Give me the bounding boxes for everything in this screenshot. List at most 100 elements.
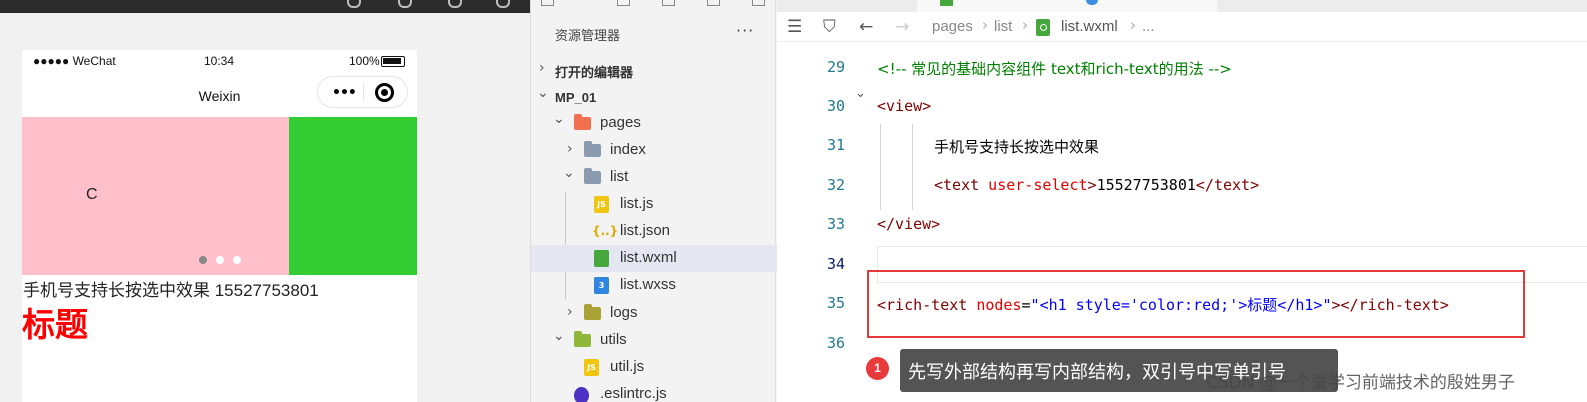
- forward-arrow-icon[interactable]: →: [895, 17, 909, 37]
- swiper-indicator-dot[interactable]: [216, 256, 224, 264]
- explorer-tab-icon[interactable]: [662, 0, 675, 6]
- code-editor: ☰ ⛉ ← → pages › list › list.wxml › ... 2…: [777, 0, 1587, 402]
- back-arrow-icon[interactable]: ←: [859, 17, 873, 37]
- code-line-29[interactable]: <!-- 常见的基础内容组件 text和rich-text的用法 -->: [877, 58, 1232, 79]
- tree-item-folder-utils[interactable]: ⌄ utils: [531, 327, 777, 354]
- chevron-down-icon: ⌄: [553, 328, 565, 344]
- swiper-indicator-dot[interactable]: [233, 256, 241, 264]
- tree-item-label: list.wxss: [620, 276, 676, 293]
- eslint-file-icon: [574, 387, 589, 402]
- breadcrumb-list[interactable]: list: [994, 18, 1012, 35]
- tree-item-label: list.js: [620, 195, 654, 212]
- code-tag-name: text: [943, 176, 980, 194]
- code-line-33[interactable]: </view>: [877, 215, 940, 233]
- watermark: CSDN @一个爱学习前端技术的殷姓男子: [1206, 373, 1515, 393]
- simulator-panel: ●●●●● WeChat 10:34 100% Weixin ••• C 手机号…: [0, 0, 530, 402]
- wxml-file-icon: [1036, 19, 1050, 36]
- folder-open-icon: [584, 168, 601, 184]
- more-actions-icon[interactable]: ···: [736, 21, 754, 40]
- chevron-down-icon: ⌄: [553, 111, 565, 127]
- tree-item-label: index: [610, 141, 646, 158]
- folder-icon: [584, 304, 601, 320]
- editor-tab-bar: [777, 0, 1587, 12]
- line-number: 33: [826, 215, 845, 233]
- folder-icon: [584, 141, 601, 157]
- tree-item-file-list-json[interactable]: {..} list.json: [531, 218, 777, 245]
- wxml-file-icon: [940, 0, 953, 6]
- explorer-tab-icon[interactable]: [617, 0, 630, 6]
- json-file-icon: {..}: [592, 224, 619, 238]
- status-carrier: ●●●●● WeChat: [33, 54, 116, 68]
- tree-item-folder-pages[interactable]: ⌄ pages: [531, 110, 777, 137]
- toolbar-debug-icon[interactable]: [448, 0, 462, 8]
- tree-item-label: util.js: [610, 358, 645, 375]
- line-number: 34: [826, 255, 845, 273]
- highlight-annotation-box: [867, 270, 1525, 338]
- code-line-32[interactable]: <text user-select>15527753801</text>: [934, 176, 1259, 194]
- swiper-slide-green[interactable]: [289, 117, 417, 275]
- tree-item-folder-index[interactable]: › index: [531, 137, 777, 164]
- status-battery-text: 100%: [349, 54, 380, 68]
- tree-item-label: logs: [610, 304, 638, 321]
- battery-icon: [381, 56, 405, 67]
- breadcrumb-pages[interactable]: pages: [932, 18, 973, 35]
- line-number: 29: [826, 58, 845, 76]
- chevron-right-icon: ›: [539, 60, 545, 76]
- outline-list-icon[interactable]: ☰: [787, 17, 802, 37]
- file-explorer: 资源管理器 ··· › 打开的编辑器 ⌄ MP_01 ⌄ pages › ind…: [530, 0, 777, 402]
- close-mini-program-icon[interactable]: [375, 83, 394, 102]
- bookmark-icon[interactable]: ⛉: [823, 17, 836, 37]
- phone-screen: ●●●●● WeChat 10:34 100% Weixin ••• C 手机号…: [22, 50, 417, 402]
- breadcrumb-file[interactable]: list.wxml: [1061, 18, 1118, 35]
- tree-item-folder-logs[interactable]: › logs: [531, 300, 777, 327]
- toolbar-upload-icon[interactable]: [496, 0, 510, 8]
- chevron-down-icon: ⌄: [563, 165, 575, 181]
- line-number: 35: [826, 294, 845, 312]
- line-number: 32: [826, 176, 845, 194]
- explorer-toolbar: [531, 0, 777, 9]
- tab-list-wxml[interactable]: [917, 0, 1217, 12]
- folder-open-icon: [574, 331, 591, 347]
- line-number: 30: [826, 97, 845, 115]
- tree-item-label: MP_01: [555, 90, 597, 105]
- tree-item-folder-list[interactable]: ⌄ list: [531, 164, 777, 191]
- code-token: <: [877, 97, 887, 115]
- tree-item-project-root[interactable]: ⌄ MP_01: [531, 84, 777, 111]
- chevron-right-icon: ›: [982, 16, 988, 34]
- chevron-right-icon: ›: [567, 141, 573, 157]
- breadcrumb: ☰ ⛉ ← → pages › list › list.wxml › ...: [777, 12, 1587, 42]
- more-icon[interactable]: •••: [332, 85, 357, 101]
- javascript-file-icon: JS: [594, 196, 609, 213]
- code-line-30[interactable]: <view>: [877, 97, 931, 115]
- chevron-down-icon: ⌄: [537, 85, 549, 101]
- swiper-slide-label: C: [86, 186, 98, 203]
- toolbar-preview-icon[interactable]: [398, 0, 412, 8]
- tree-item-file-list-js[interactable]: JS list.js: [531, 191, 777, 218]
- chevron-right-icon: ›: [567, 304, 573, 320]
- tree-item-file-util-js[interactable]: JS util.js: [531, 354, 777, 381]
- folder-open-icon: [574, 114, 591, 130]
- rich-text-heading: 标题: [22, 306, 88, 343]
- fold-chevron-down-icon[interactable]: ⌄: [855, 86, 866, 101]
- toolbar-compile-icon[interactable]: [347, 0, 361, 8]
- swiper-indicator-dot[interactable]: [199, 256, 207, 264]
- tree-item-file-list-wxss[interactable]: 3 list.wxss: [531, 272, 777, 299]
- tree-item-file-eslintrc[interactable]: .eslintrc.js: [531, 381, 777, 402]
- tree-item-file-list-wxml[interactable]: list.wxml: [531, 245, 777, 272]
- indent-guide: [912, 124, 913, 210]
- explorer-tab-icon[interactable]: [707, 0, 720, 6]
- explorer-tab-icon[interactable]: [752, 0, 765, 6]
- tree-item-open-editors[interactable]: › 打开的编辑器: [531, 56, 777, 83]
- tree-item-label: list.json: [620, 222, 671, 239]
- menu-capsule[interactable]: •••: [317, 76, 408, 108]
- code-token: <: [934, 176, 944, 194]
- simulator-toolbar: [0, 0, 530, 13]
- breadcrumb-symbol[interactable]: ...: [1142, 18, 1155, 35]
- tree-item-label: utils: [600, 331, 627, 348]
- code-line-31[interactable]: 手机号支持长按选中效果: [934, 136, 1099, 157]
- explorer-tab-icon[interactable]: [541, 0, 554, 6]
- code-tag-name: view: [886, 97, 923, 115]
- swiper-slide-pink[interactable]: C: [22, 117, 289, 275]
- chevron-right-icon: ›: [1022, 16, 1028, 34]
- line-number: 31: [826, 136, 845, 154]
